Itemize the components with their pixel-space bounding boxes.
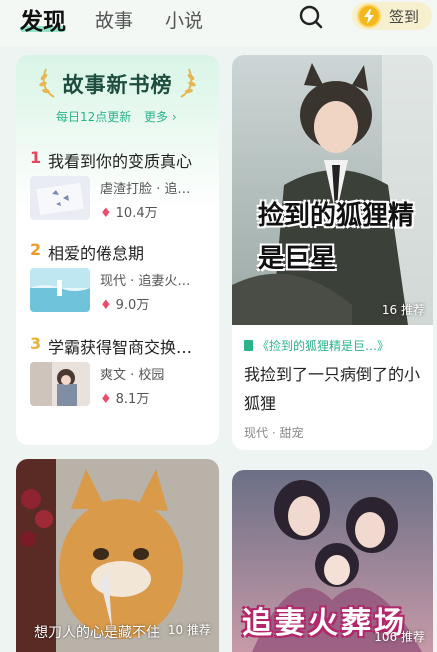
- rank-book-heat: ♦ 9.0万: [100, 298, 150, 313]
- lightning-coin-icon: [357, 4, 381, 28]
- rank-number: 1: [30, 148, 42, 167]
- rank-number: 3: [30, 334, 42, 353]
- recommend-count: 10 推荐: [167, 623, 211, 637]
- laurel-right-icon: [180, 68, 196, 98]
- flame-icon: ♦: [100, 298, 112, 313]
- rank-book-tags: 现代 · 追妻火…: [100, 274, 191, 289]
- rank-book-name: 相爱的倦怠期: [48, 244, 145, 263]
- ranking-item-1[interactable]: 1 我看到你的变质真心 虐渣打脸 · 追… ♦ 10.4万: [30, 148, 212, 238]
- cover-title: 捡到的狐狸精 是巨星: [258, 201, 415, 274]
- checkin-label: 签到: [389, 8, 420, 26]
- ranking-item-3[interactable]: 3 学霸获得智商交换… 爽文 · 校园 ♦ 8.1万: [30, 334, 212, 424]
- story-caption: 想刀人的心是藏不住: [34, 625, 160, 641]
- tab-stories[interactable]: 故事: [95, 6, 133, 33]
- book-thumbnail: [30, 362, 90, 406]
- flame-icon: ♦: [100, 206, 112, 221]
- flame-icon: ♦: [100, 392, 112, 407]
- rank-book-tags: 虐渣打脸 · 追…: [100, 182, 191, 197]
- top-bar: 发现 故事 小说 签到: [0, 0, 437, 46]
- checkin-button[interactable]: 签到: [352, 2, 432, 30]
- book-tags: 现代 · 甜宠: [244, 426, 304, 440]
- book-card[interactable]: 捡到的狐狸精 是巨星 16 推荐 《捡到的狐狸精是巨…》 我捡到了一只病倒了的小…: [232, 55, 433, 450]
- story-card-ancient[interactable]: 追妻火葬场 106 推荐: [232, 470, 433, 652]
- rank-number: 2: [30, 240, 42, 259]
- tab-discover[interactable]: 发现: [20, 2, 66, 36]
- rank-book-name: 我看到你的变质真心: [48, 152, 193, 171]
- recommend-count: 106 推荐: [374, 630, 425, 644]
- ranking-item-2[interactable]: 2 相爱的倦怠期 现代 · 追妻火… ♦ 9.0万: [30, 240, 212, 330]
- book-thumbnail: [30, 176, 90, 220]
- ranking-update-note: 每日12点更新: [56, 110, 132, 124]
- ranking-more-link[interactable]: 更多 ›: [144, 108, 177, 125]
- tab-novels[interactable]: 小说: [165, 6, 203, 33]
- recommend-count: 16 推荐: [381, 303, 425, 317]
- rank-book-name: 学霸获得智商交换…: [48, 338, 193, 357]
- book-cover-image: [232, 55, 433, 325]
- book-icon: [244, 340, 253, 351]
- search-icon[interactable]: [298, 4, 324, 30]
- rank-book-heat: ♦ 10.4万: [100, 206, 158, 221]
- book-thumbnail: [30, 268, 90, 312]
- book-source[interactable]: 《捡到的狐狸精是巨…》: [244, 337, 424, 354]
- ranking-card[interactable]: 故事新书榜 每日12点更新 更多 › 1 我看到你的变质真心 虐渣打脸 · 追……: [16, 55, 219, 445]
- rank-book-tags: 爽文 · 校园: [100, 368, 165, 383]
- rank-book-heat: ♦ 8.1万: [100, 392, 150, 407]
- book-title: 我捡到了一只病倒了的小狐狸: [244, 365, 421, 413]
- story-card-cat[interactable]: 想刀人的心是藏不住 10 推荐: [16, 459, 219, 652]
